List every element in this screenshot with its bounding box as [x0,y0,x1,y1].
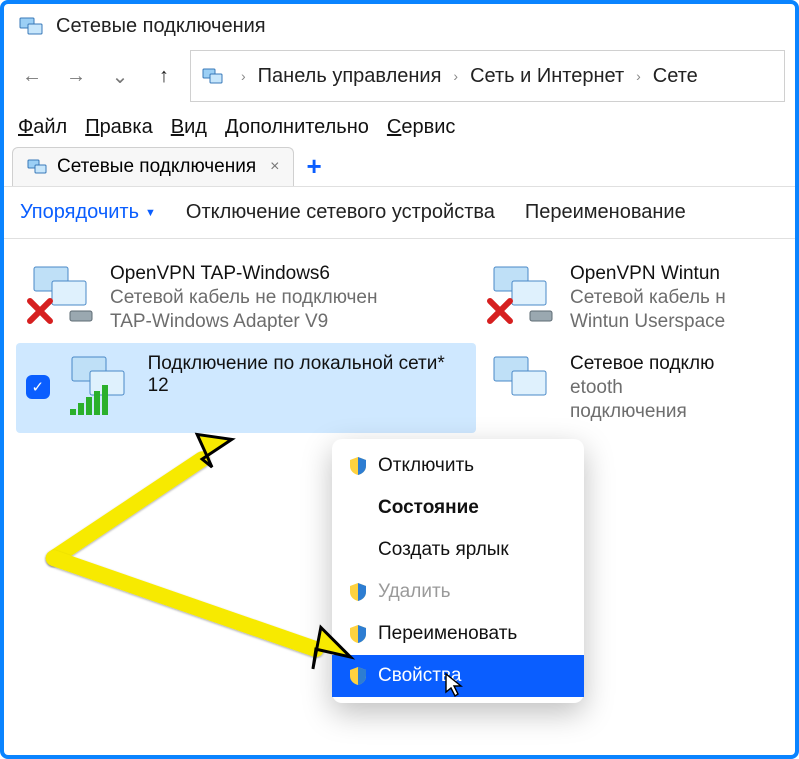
tab-close-button[interactable]: × [264,158,279,176]
menu-extra[interactable]: Дополнительно [225,116,369,139]
tab-network-connections[interactable]: Сетевые подключения × [12,147,294,186]
connection-name: OpenVPN Wintun [570,263,726,285]
context-menu-label: Отключить [378,455,474,477]
breadcrumb-item[interactable]: Сете [653,65,698,88]
network-adapter-icon [486,353,558,417]
context-menu-delete: Удалить [332,571,584,613]
nav-forward-button[interactable]: → [58,58,94,94]
breadcrumb-item[interactable]: Сеть и Интернет [470,65,624,88]
connections-grid: OpenVPN TAP-Windows6 Сетевой кабель не п… [4,239,795,447]
network-adapter-unplugged-icon [26,263,98,327]
shield-icon [348,582,368,602]
tab-label: Сетевые подключения [57,156,256,178]
context-menu-label: Состояние [378,497,479,519]
checkbox-checked-icon[interactable]: ✓ [26,375,50,399]
network-adapter-unplugged-icon [486,263,558,327]
context-menu-label: Переименовать [378,623,517,645]
menu-edit[interactable]: Правка [85,116,153,139]
address-bar[interactable]: › Панель управления › Сеть и Интернет › … [190,50,785,102]
new-tab-button[interactable]: + [294,151,333,182]
toolbar: Упорядочить ▼ Отключение сетевого устрой… [4,187,795,239]
rename-device-button[interactable]: Переименование [525,201,686,224]
context-menu-disable[interactable]: Отключить [332,445,584,487]
context-menu-status[interactable]: Состояние [332,487,584,529]
connection-status: Сетевой кабель не подключен [110,287,377,309]
organize-dropdown[interactable]: Упорядочить ▼ [20,201,156,224]
connection-item-selected[interactable]: ✓ Подключение по локальной сети* 12 [16,343,476,433]
folder-icon [201,65,229,87]
cursor-icon [444,672,464,698]
shield-icon [348,456,368,476]
breadcrumb-item[interactable]: Панель управления [258,65,442,88]
connection-adapter: Wintun Userspace [570,311,726,333]
nav-history-dropdown[interactable]: ⌄ [102,58,138,94]
menu-file[interactable]: Файл [18,116,67,139]
connection-status: etooth [570,377,714,399]
connection-adapter: TAP-Windows Adapter V9 [110,311,377,333]
titlebar: Сетевые подключения [4,4,795,46]
connection-adapter: подключения [570,401,714,423]
connection-item[interactable]: OpenVPN TAP-Windows6 Сетевой кабель не п… [16,253,476,343]
breadcrumb-sep: › [630,68,647,84]
connection-name: Подключение по локальной сети* 12 [148,353,466,397]
window-title: Сетевые подключения [56,15,266,38]
network-adapter-connected-icon [64,353,136,417]
breadcrumb-sep: › [447,68,464,84]
nav-back-button[interactable]: ← [14,58,50,94]
context-menu-create-shortcut[interactable]: Создать ярлык [332,529,584,571]
menu-view[interactable]: Вид [171,116,207,139]
breadcrumb-sep: › [235,68,252,84]
shield-icon [348,624,368,644]
context-menu-label: Создать ярлык [378,539,509,561]
context-menu-rename[interactable]: Переименовать [332,613,584,655]
chevron-down-icon: ▼ [145,207,156,219]
shield-icon [348,666,368,686]
network-connections-icon [18,14,46,38]
connection-status: Сетевой кабель н [570,287,726,309]
nav-row: ← → ⌄ ↑ › Панель управления › Сеть и Инт… [4,46,795,110]
tab-strip: Сетевые подключения × + [4,145,795,187]
connection-name: OpenVPN TAP-Windows6 [110,263,377,285]
connection-item[interactable]: OpenVPN Wintun Сетевой кабель н Wintun U… [476,253,756,343]
disable-device-button[interactable]: Отключение сетевого устройства [186,201,495,224]
menu-service[interactable]: Сервис [387,116,456,139]
connection-name: Сетевое подклю [570,353,714,375]
network-connections-icon [27,158,49,176]
context-menu-label: Удалить [378,581,451,603]
nav-up-button[interactable]: ↑ [146,58,182,94]
connection-item[interactable]: Сетевое подклю etooth подключения [476,343,756,433]
context-menu: Отключить Состояние Создать ярлык Удалит… [332,439,584,703]
menubar: Файл Правка Вид Дополнительно Сервис [4,110,795,145]
